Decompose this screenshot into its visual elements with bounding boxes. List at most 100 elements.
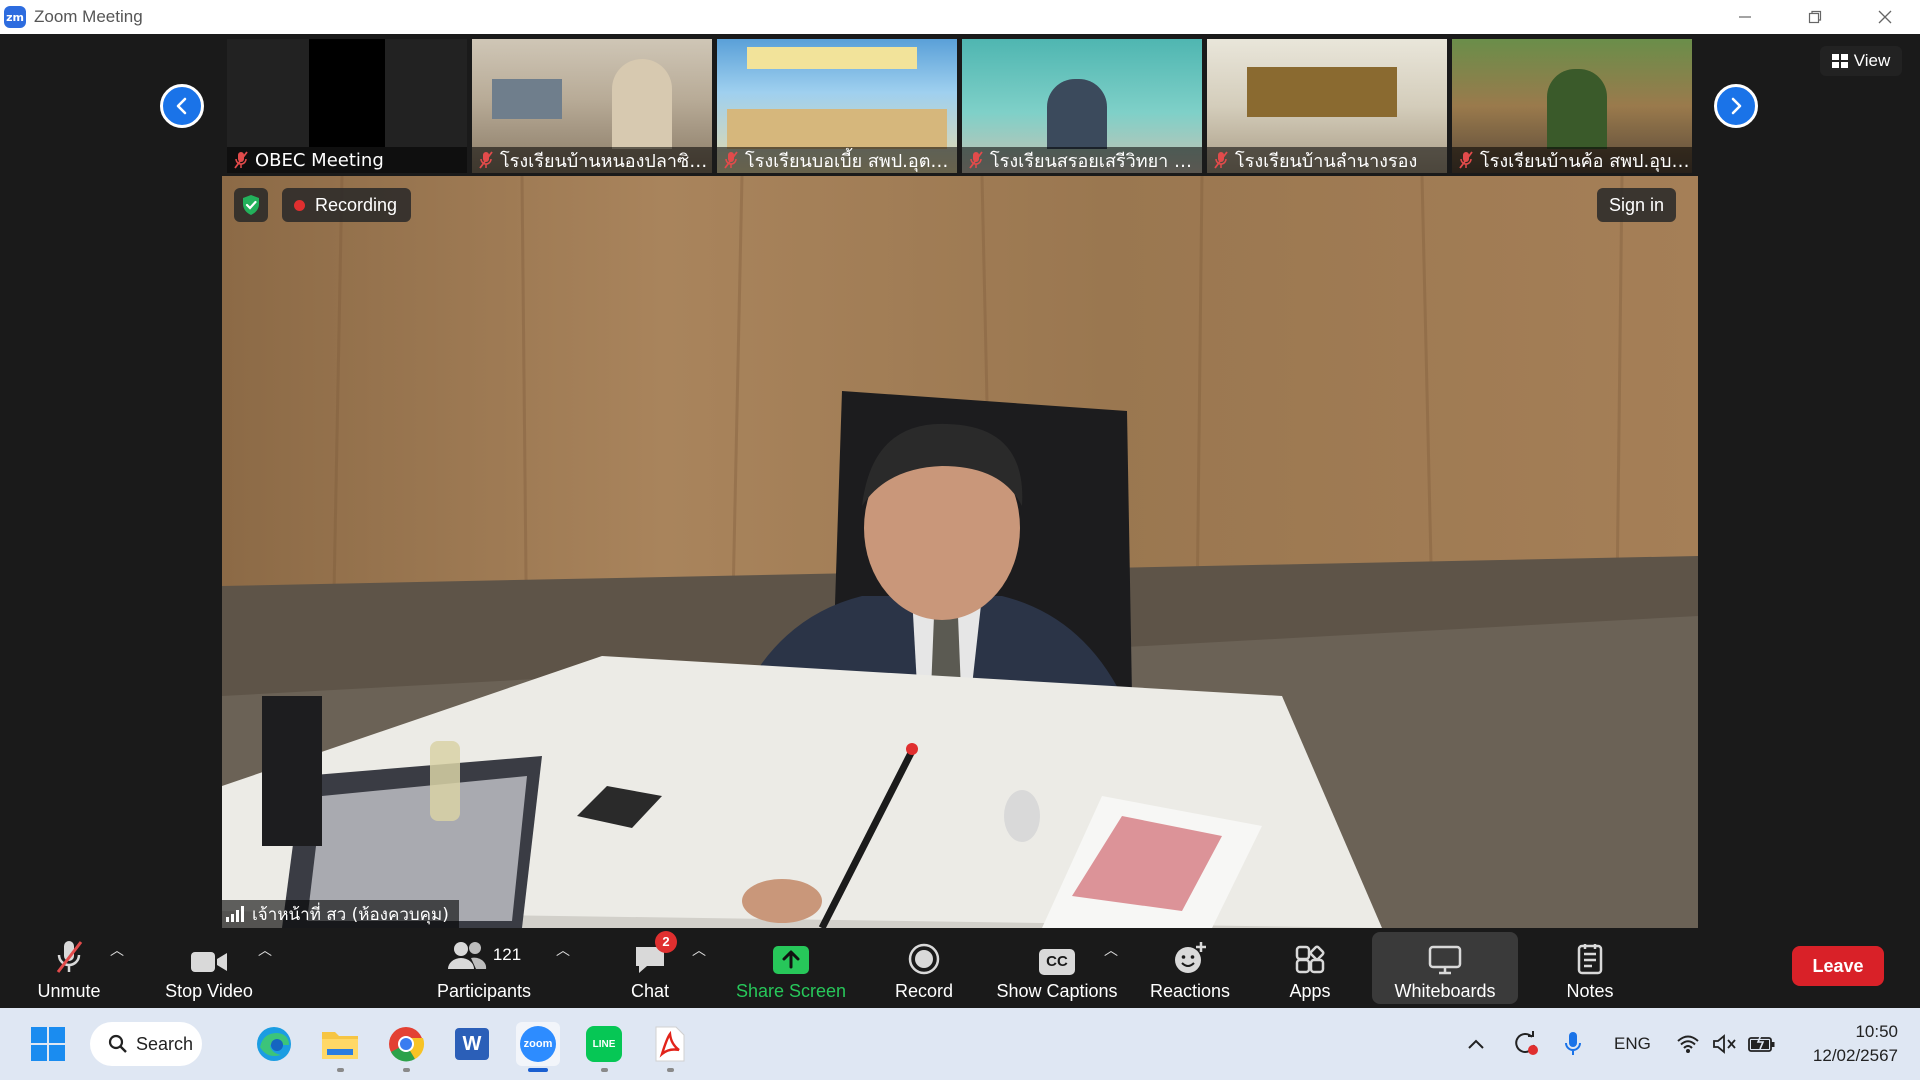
close-button[interactable]: [1850, 0, 1920, 34]
minimize-button[interactable]: [1710, 0, 1780, 34]
participant-thumbnail[interactable]: โรงเรียนบอเบี้ย สพป.อุตรดิ...: [717, 39, 957, 173]
record-icon: [908, 943, 940, 974]
chevron-right-icon: [1731, 97, 1742, 115]
window-title: Zoom Meeting: [34, 7, 143, 26]
captions-options-caret-icon[interactable]: ︿: [1104, 940, 1118, 960]
muted-mic-icon: [724, 151, 738, 169]
view-label: View: [1853, 51, 1891, 70]
zoom-logo-icon: zm: [4, 6, 26, 28]
zoom-logo-icon: zoom: [520, 1026, 556, 1062]
participant-name-label: โรงเรียนบ้านค้อ สพป.อุบลร...: [1452, 147, 1692, 173]
participant-name-label: โรงเรียนสรอยเสรีวิทยา สพ...: [962, 147, 1202, 173]
sync-status-icon[interactable]: [1512, 1008, 1540, 1080]
clock[interactable]: 10:50 12/02/2567: [1813, 1020, 1898, 1068]
file-explorer-icon[interactable]: [318, 1022, 362, 1072]
search-label: Search: [136, 1033, 194, 1054]
meeting-toolbar: Unmute ︿ Stop Video ︿ 121 Participants ︿…: [0, 928, 1920, 1008]
wifi-icon[interactable]: [1676, 1008, 1700, 1080]
word-icon[interactable]: W: [450, 1022, 494, 1066]
active-indicator: [528, 1068, 548, 1072]
chat-button[interactable]: 2 Chat: [610, 928, 690, 1008]
previous-page-button[interactable]: [160, 84, 204, 128]
participants-options-caret-icon[interactable]: ︿: [556, 940, 570, 960]
running-indicator: [667, 1068, 674, 1072]
acrobat-icon[interactable]: [648, 1022, 692, 1072]
muted-mic-icon: [1459, 151, 1473, 169]
shield-check-icon: [243, 195, 259, 215]
apps-label: Apps: [1289, 980, 1331, 1001]
encryption-shield-button[interactable]: [234, 188, 268, 222]
running-indicator: [337, 1068, 344, 1072]
volume-muted-icon[interactable]: [1712, 1008, 1738, 1080]
video-scene: [1047, 79, 1107, 149]
muted-mic-icon: [969, 151, 983, 169]
notes-button[interactable]: Notes: [1540, 928, 1640, 1008]
participant-thumbnail[interactable]: โรงเรียนสรอยเสรีวิทยา สพ...: [962, 39, 1202, 173]
participants-icon: [447, 941, 486, 969]
clock-time: 10:50: [1855, 1022, 1898, 1041]
show-hidden-icons-button[interactable]: [1466, 1008, 1486, 1080]
speaker-scene: [222, 176, 1698, 928]
meeting-stage: OBEC Meeting โรงเรียนบ้านหนองปลาซิว ... …: [0, 34, 1920, 928]
title-bar: zm Zoom Meeting: [0, 0, 1920, 34]
participants-button[interactable]: 121 Participants: [424, 928, 544, 1008]
participant-thumbnail[interactable]: โรงเรียนบ้านค้อ สพป.อุบลร...: [1452, 39, 1692, 173]
reactions-button[interactable]: Reactions: [1140, 928, 1240, 1008]
speaker-name: เจ้าหน้าที่ สว (ห้องควบคุม): [252, 904, 449, 925]
video-scene: [1247, 67, 1397, 117]
next-page-button[interactable]: [1714, 84, 1758, 128]
participant-name: OBEC Meeting: [255, 149, 384, 171]
speaker-name-label: เจ้าหน้าที่ สว (ห้องควบคุม): [222, 900, 459, 928]
share-screen-label: Share Screen: [735, 980, 847, 1001]
notes-icon: [1577, 943, 1603, 974]
video-scene: [612, 59, 672, 149]
participant-name: โรงเรียนบอเบี้ย สพป.อุตรดิ...: [745, 150, 957, 172]
whiteboard-icon: [1428, 945, 1462, 974]
line-app-icon[interactable]: LINE: [582, 1022, 626, 1072]
participant-thumbnail[interactable]: โรงเรียนบ้านหนองปลาซิว ...: [472, 39, 712, 173]
participant-name-label: OBEC Meeting: [227, 147, 467, 173]
participant-name-label: โรงเรียนบ้านลำนางรอง: [1207, 147, 1447, 173]
muted-mic-icon: [56, 940, 83, 973]
microphone-tray-icon[interactable]: [1564, 1008, 1582, 1080]
video-scene: [727, 109, 947, 149]
stop-video-button[interactable]: Stop Video: [154, 928, 264, 1008]
close-icon: [1878, 10, 1892, 24]
edge-browser-icon[interactable]: [252, 1022, 296, 1066]
zoom-app-icon[interactable]: zoom: [516, 1022, 560, 1072]
leave-button[interactable]: Leave: [1792, 946, 1884, 986]
video-options-caret-icon[interactable]: ︿: [258, 940, 272, 960]
search-icon: [108, 1034, 127, 1053]
restore-icon: [1808, 10, 1822, 24]
video-scene: [492, 79, 562, 119]
audio-options-caret-icon[interactable]: ︿: [110, 940, 124, 960]
taskbar-search-box[interactable]: Search: [90, 1022, 202, 1066]
video-scene: [747, 47, 917, 69]
participant-name: โรงเรียนสรอยเสรีวิทยา สพ...: [990, 150, 1202, 172]
participant-thumbnail[interactable]: OBEC Meeting: [227, 39, 467, 173]
record-button[interactable]: Record: [874, 928, 974, 1008]
muted-mic-icon: [1214, 151, 1228, 169]
unmute-button[interactable]: Unmute: [24, 928, 114, 1008]
input-language-indicator[interactable]: ENG: [1614, 1008, 1651, 1080]
recording-indicator[interactable]: Recording: [282, 188, 412, 222]
participant-name-label: โรงเรียนบอเบี้ย สพป.อุตรดิ...: [717, 147, 957, 173]
chat-options-caret-icon[interactable]: ︿: [692, 940, 706, 960]
share-screen-button[interactable]: Share Screen: [726, 928, 856, 1008]
word-logo-icon: W: [455, 1028, 489, 1060]
participants-label: Participants: [436, 980, 532, 1001]
restore-button[interactable]: [1780, 0, 1850, 34]
view-button[interactable]: View: [1820, 46, 1902, 76]
battery-icon[interactable]: [1748, 1008, 1776, 1080]
sign-in-button[interactable]: Sign in: [1596, 188, 1676, 222]
apps-button[interactable]: Apps: [1260, 928, 1360, 1008]
start-button[interactable]: [26, 1022, 70, 1066]
windows-logo-icon: [31, 1027, 65, 1061]
chrome-browser-icon[interactable]: [384, 1022, 428, 1072]
whiteboards-button[interactable]: Whiteboards: [1372, 932, 1518, 1004]
chevron-up-icon: [1468, 1039, 1484, 1049]
participant-thumbnail[interactable]: โรงเรียนบ้านลำนางรอง: [1207, 39, 1447, 173]
participant-name: โรงเรียนบ้านลำนางรอง: [1235, 150, 1418, 172]
running-indicator: [601, 1068, 608, 1072]
closed-captions-icon: CC: [1039, 948, 1075, 975]
